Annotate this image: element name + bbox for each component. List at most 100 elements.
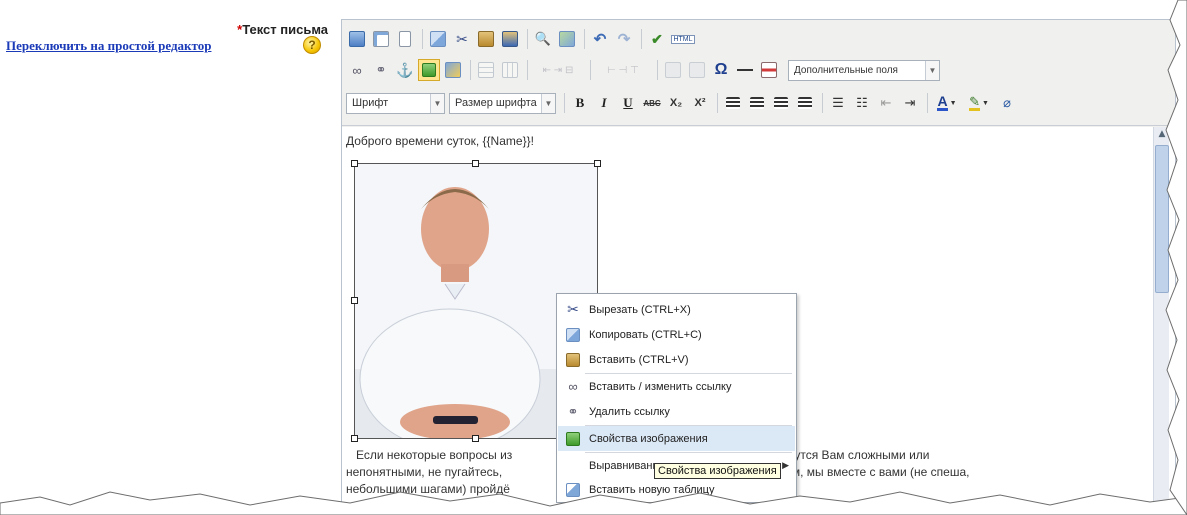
vertical-scrollbar[interactable]: ▲ <box>1153 127 1169 514</box>
font-size-select[interactable]: Размер шрифта ▼ <box>449 92 556 114</box>
extra-fields-select[interactable]: Дополнительные поля ▼ <box>788 59 940 81</box>
resize-handle-n[interactable] <box>472 160 479 167</box>
menu-item-insert-table[interactable]: Вставить новую таблицу <box>558 477 795 502</box>
link-icon: ∞ <box>568 379 578 394</box>
help-icon[interactable]: ? <box>303 36 321 54</box>
align-center-button[interactable] <box>746 92 768 114</box>
table-props-button[interactable] <box>662 59 684 81</box>
underline-button[interactable]: U <box>617 92 639 114</box>
outdent-button[interactable]: ⇤ <box>875 92 897 114</box>
copy-button[interactable] <box>427 28 449 50</box>
flash-button[interactable] <box>442 59 464 81</box>
link-icon: ∞ <box>352 62 362 78</box>
html-button[interactable]: HTML <box>670 28 696 50</box>
menu-item-image-properties[interactable]: Свойства изображения <box>558 426 795 451</box>
editor-toolbar: ✂ 🔍 ↶ ↷ ✔ HTML ∞ ⚭ ⚓ ⇤ ⇥ ⊟ ⊢ ⊣ ⊤ Ω Допол… <box>342 20 1175 126</box>
table-props-icon <box>665 62 681 78</box>
menu-item-cut-label: Вырезать (CTRL+X) <box>589 303 691 316</box>
align-justify-button[interactable] <box>794 92 816 114</box>
redo-button[interactable]: ↷ <box>613 28 635 50</box>
font-color-button[interactable]: A ▼ <box>932 92 962 114</box>
menu-item-remove-link[interactable]: ⚭ Удалить ссылку <box>558 399 795 424</box>
cell-split-button[interactable]: ⊢ ⊣ ⊤ <box>595 59 651 81</box>
image-button[interactable] <box>418 59 440 81</box>
highlight-color-button[interactable]: ✎ ▼ <box>964 92 994 114</box>
cut-button[interactable]: ✂ <box>451 28 473 50</box>
horizontal-rule-button[interactable] <box>734 59 756 81</box>
resize-handle-w[interactable] <box>351 297 358 304</box>
paste-word-button[interactable] <box>499 28 521 50</box>
preview-button[interactable] <box>370 28 392 50</box>
scrollbar-thumb[interactable] <box>1155 145 1169 293</box>
strikethrough-button[interactable]: ABC <box>641 92 663 114</box>
paste-button[interactable] <box>475 28 497 50</box>
toolbar-separator <box>590 60 591 80</box>
subscript-button[interactable]: X₂ <box>665 92 687 114</box>
paragraph-line-1-start: Если некоторые вопросы из <box>356 448 513 462</box>
unlink-button[interactable]: ⚭ <box>370 59 392 81</box>
anchor-button[interactable]: ⚓ <box>394 59 416 81</box>
replace-button[interactable] <box>556 28 578 50</box>
resize-handle-ne[interactable] <box>594 160 601 167</box>
spellcheck-button[interactable]: ✔ <box>646 28 668 50</box>
bold-button[interactable]: B <box>569 92 591 114</box>
font-color-icon: A <box>937 93 948 111</box>
new-page-button[interactable] <box>394 28 416 50</box>
menu-item-cut[interactable]: ✂ Вырезать (CTRL+X) <box>558 297 795 322</box>
image-icon <box>565 431 581 447</box>
resize-handle-sw[interactable] <box>351 435 358 442</box>
unlink-icon: ⚭ <box>375 62 387 77</box>
table-button[interactable] <box>475 59 497 81</box>
source-button[interactable] <box>346 28 368 50</box>
toolbar-separator <box>422 29 423 49</box>
align-left-button[interactable] <box>722 92 744 114</box>
table-row-button[interactable] <box>499 59 521 81</box>
tooltip: Свойства изображения <box>654 463 781 479</box>
chevron-down-icon: ▼ <box>541 93 555 113</box>
find-button[interactable]: 🔍 <box>532 28 554 50</box>
toolbar-separator <box>527 60 528 80</box>
cell-props-button[interactable] <box>686 59 708 81</box>
image-icon <box>422 63 436 77</box>
highlight-icon: ✎ <box>969 94 980 111</box>
toolbar-separator <box>564 93 565 113</box>
cut-icon: ✂ <box>456 30 468 47</box>
menu-item-copy[interactable]: Копировать (CTRL+C) <box>558 322 795 347</box>
remove-format-button[interactable]: ⌀ <box>996 92 1018 114</box>
menu-item-paste[interactable]: Вставить (CTRL+V) <box>558 347 795 372</box>
page-break-button[interactable] <box>758 59 780 81</box>
italic-button[interactable]: I <box>593 92 615 114</box>
superscript-button[interactable]: X² <box>689 92 711 114</box>
paste-word-icon <box>502 31 518 47</box>
chevron-down-icon: ▼ <box>981 99 989 107</box>
menu-item-image-properties-label: Свойства изображения <box>589 432 708 445</box>
resize-handle-s[interactable] <box>472 435 479 442</box>
align-icon <box>565 458 581 474</box>
page: *Текст письма Переключить на простой ред… <box>0 0 1187 515</box>
align-justify-icon <box>798 97 812 109</box>
link-button[interactable]: ∞ <box>346 59 368 81</box>
hr-cell-button[interactable]: ⇤ ⇥ ⊟ <box>532 59 584 81</box>
chevron-down-icon: ▼ <box>949 99 957 107</box>
remove-format-icon: ⌀ <box>1003 95 1011 110</box>
toolbar-row-1: ✂ 🔍 ↶ ↷ ✔ HTML <box>346 26 698 52</box>
table-icon <box>478 62 494 78</box>
menu-item-insert-link-label: Вставить / изменить ссылку <box>589 380 732 393</box>
undo-button[interactable]: ↶ <box>589 28 611 50</box>
flash-icon <box>445 62 461 78</box>
scroll-up-icon[interactable]: ▲ <box>1155 129 1169 143</box>
special-char-button[interactable]: Ω <box>710 59 732 81</box>
numbered-list-button[interactable]: ☷ <box>851 92 873 114</box>
spellcheck-icon: ✔ <box>651 30 663 47</box>
resize-handle-nw[interactable] <box>351 160 358 167</box>
bulleted-list-button[interactable]: ☰ <box>827 92 849 114</box>
font-select[interactable]: Шрифт ▼ <box>346 92 445 114</box>
toolbar-separator <box>822 93 823 113</box>
undo-icon: ↶ <box>593 31 607 48</box>
preview-icon <box>373 31 389 47</box>
toolbar-separator <box>927 93 928 113</box>
switch-to-simple-editor-link[interactable]: Переключить на простой редактор <box>6 38 211 54</box>
menu-item-insert-link[interactable]: ∞ Вставить / изменить ссылку <box>558 374 795 399</box>
indent-button[interactable]: ⇥ <box>899 92 921 114</box>
align-right-button[interactable] <box>770 92 792 114</box>
